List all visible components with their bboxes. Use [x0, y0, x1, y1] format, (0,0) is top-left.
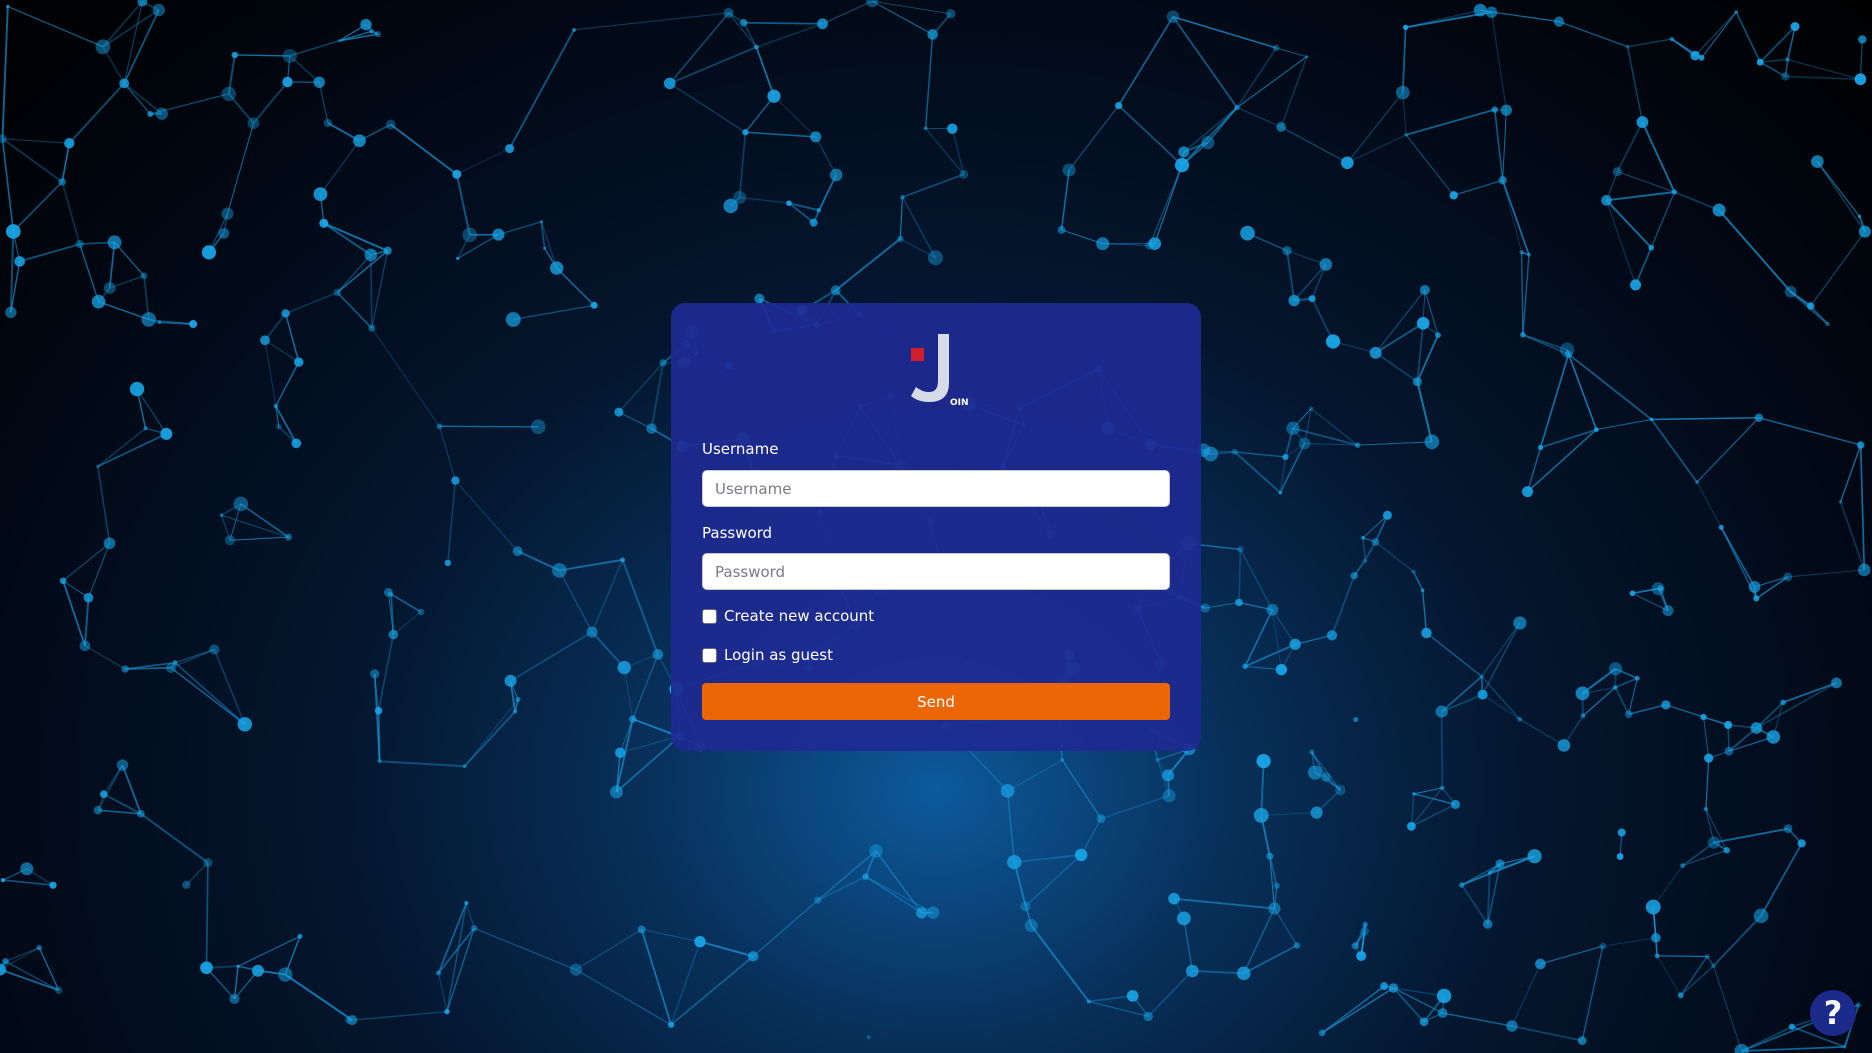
- create-account-label: Create new account: [724, 607, 875, 625]
- password-label: Password: [702, 524, 773, 542]
- guest-login-checkbox[interactable]: [702, 647, 717, 663]
- password-input[interactable]: [702, 553, 1170, 590]
- question-mark-icon: ?: [1823, 994, 1843, 1032]
- help-button[interactable]: ?: [1810, 990, 1856, 1036]
- join-logo: OIN: [911, 334, 969, 408]
- create-account-option[interactable]: Create new account: [702, 606, 874, 626]
- guest-login-label: Login as guest: [724, 646, 833, 664]
- send-button[interactable]: Send: [702, 683, 1170, 720]
- guest-login-option[interactable]: Login as guest: [702, 645, 833, 665]
- username-input[interactable]: [702, 470, 1170, 507]
- logo-suffix: OIN: [950, 398, 969, 408]
- username-label: Username: [702, 440, 779, 458]
- create-account-checkbox[interactable]: [702, 608, 717, 624]
- login-card: OIN Username Password Create new account…: [671, 303, 1201, 751]
